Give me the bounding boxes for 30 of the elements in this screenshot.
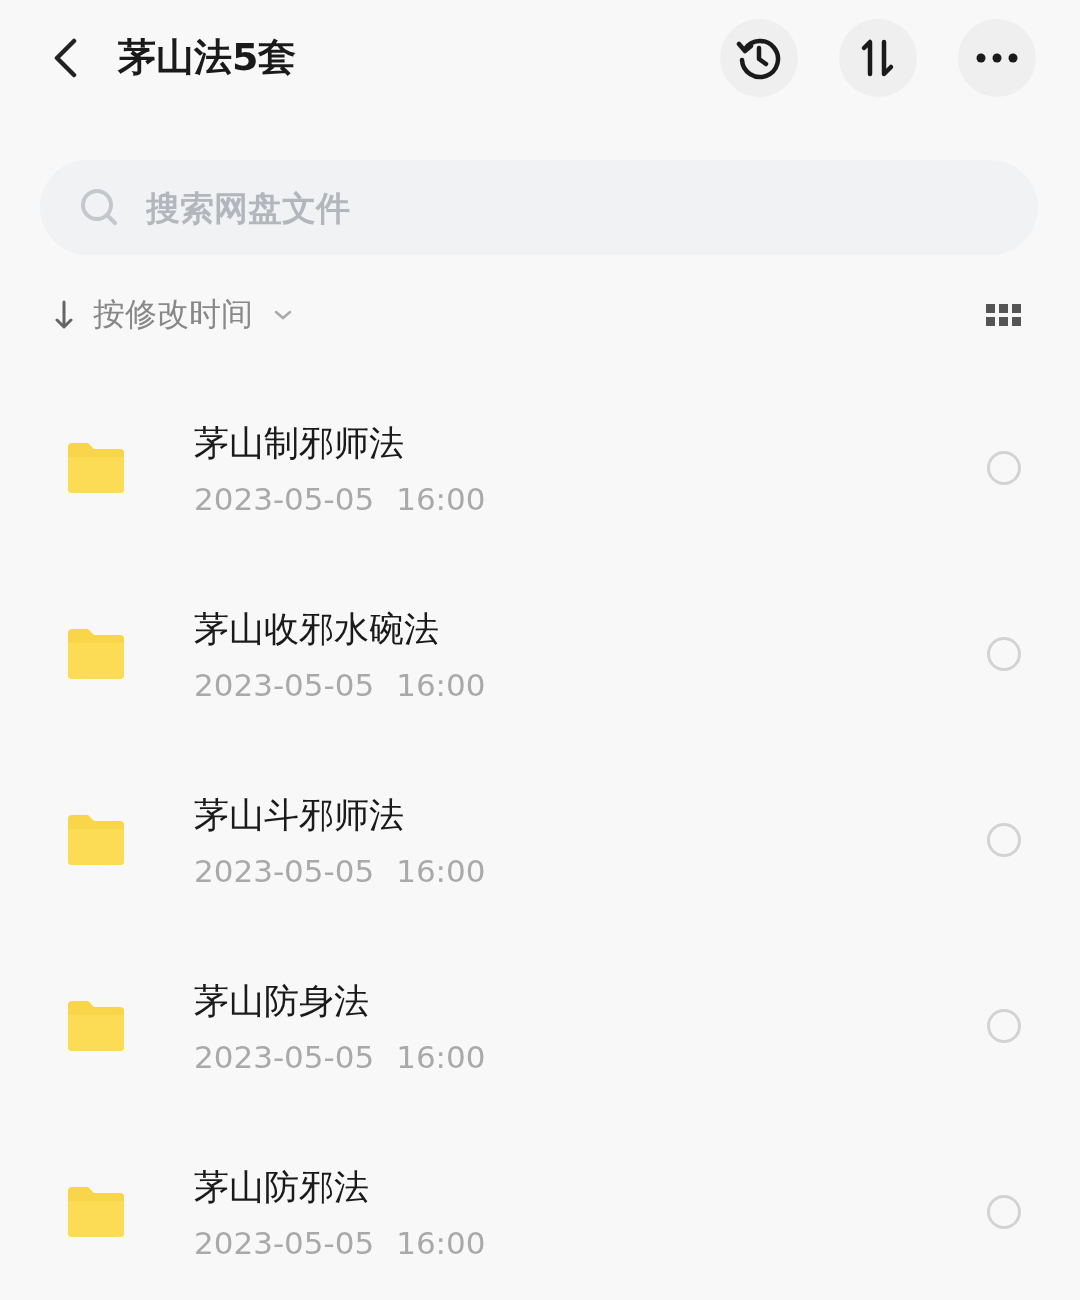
folder-icon — [66, 999, 126, 1053]
file-name[interactable]: 茅山制邪师法 — [194, 419, 987, 467]
select-radio[interactable] — [987, 823, 1021, 857]
modified-time: 16:00 — [396, 666, 486, 703]
file-name[interactable]: 茅山斗邪师法 — [194, 791, 987, 839]
file-name[interactable]: 茅山收邪水碗法 — [194, 605, 987, 653]
select-radio[interactable] — [987, 1195, 1021, 1229]
modified-date: 2023-05-05 — [194, 1224, 375, 1261]
page-title: 茅山法5套 — [118, 34, 297, 81]
folder-icon — [66, 813, 126, 867]
select-radio[interactable] — [987, 1009, 1021, 1043]
select-radio[interactable] — [987, 637, 1021, 671]
back-icon[interactable] — [52, 37, 78, 78]
sort-down-icon[interactable] — [55, 300, 73, 330]
file-name[interactable]: 茅山防邪法 — [194, 1163, 987, 1211]
modified-time: 16:00 — [396, 852, 486, 889]
modified-date: 2023-05-05 — [194, 852, 375, 889]
more-icon — [976, 52, 1018, 63]
file-name[interactable]: 茅山防身法 — [194, 977, 987, 1025]
folder-icon — [66, 1185, 126, 1239]
modified-date: 2023-05-05 — [194, 666, 375, 703]
folder-icon — [66, 627, 126, 681]
modified-time: 16:00 — [396, 1224, 486, 1261]
select-radio[interactable] — [987, 451, 1021, 485]
modified-date: 2023-05-05 — [194, 1038, 375, 1075]
modified-time: 16:00 — [396, 480, 486, 517]
modified-time: 16:00 — [396, 1038, 486, 1075]
modified-date: 2023-05-05 — [194, 480, 375, 517]
folder-icon — [66, 441, 126, 495]
grid-view-icon[interactable] — [986, 304, 1022, 326]
